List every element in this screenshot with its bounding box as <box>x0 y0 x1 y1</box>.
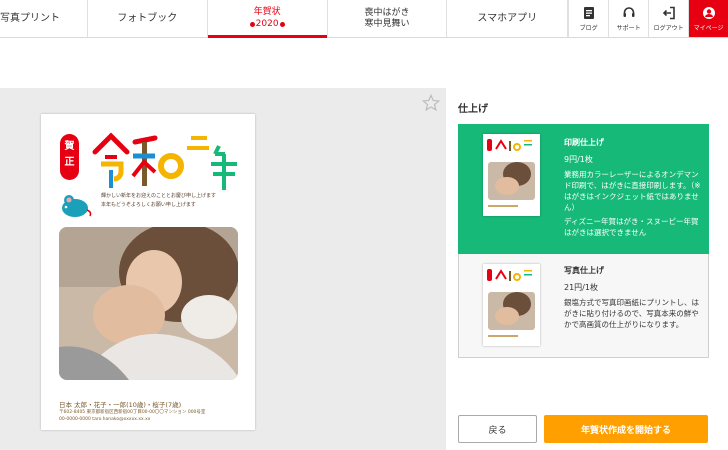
seal-text: 賀正 <box>64 141 75 168</box>
tab-smartphone-app[interactable]: スマホアプリ <box>447 0 569 37</box>
card-thumbnail-image <box>487 139 535 207</box>
option-photo-finish[interactable]: 写真仕上げ 21円/1枚 銀塩方式で写真印画紙にプリントし、はがきに貼り付けるの… <box>459 254 708 357</box>
finish-section-title: 仕上げ <box>458 104 488 115</box>
blog-icon <box>583 6 594 19</box>
tab-year-row: 2020 <box>249 18 285 30</box>
blog-button[interactable]: ブログ <box>568 0 608 37</box>
option-price: 9円/1枚 <box>564 155 593 164</box>
option-thumbnail <box>483 134 540 216</box>
tab-photo-print[interactable]: 写真プリント <box>0 0 88 37</box>
greeting-line-1: 輝かしい新年をお迎えのこととお慶び申し上げます <box>101 193 217 199</box>
option-thumbnail <box>483 264 540 346</box>
logout-label: ログアウト <box>653 24 684 32</box>
option-title: 写真仕上げ <box>564 266 604 275</box>
mypage-button[interactable]: マイページ <box>688 0 728 37</box>
headset-icon <box>623 6 635 17</box>
option-price: 21円/1枚 <box>564 283 598 292</box>
family-names: 日本 太郎・花子・一郎(10歳)・桜子(7歳) <box>59 401 182 409</box>
mouse-illustration-icon <box>62 195 92 217</box>
logout-button[interactable]: ログアウト <box>648 0 688 37</box>
support-label: サポート <box>616 24 641 32</box>
support-button[interactable]: サポート <box>608 0 648 37</box>
option-note: ディズニー年賀はがき・スヌーピー年賀はがきは選択できません <box>564 217 699 237</box>
address-line-2: 00-0000-0000 taro.hanako@xxxxx.xx.xx <box>59 417 151 422</box>
tab-label: 写真プリント <box>0 12 60 24</box>
flower-icon <box>249 21 255 27</box>
option-title: 印刷仕上げ <box>564 138 604 147</box>
user-icon <box>702 6 715 19</box>
tab-label: 喪中はがき <box>364 7 410 18</box>
top-navigation: 写真プリント フォトブック 年賀状 2020 喪中はがき 寒中見舞い スマホアプ… <box>0 0 728 38</box>
mypage-label: マイページ <box>693 24 724 32</box>
tab-label: スマホアプリ <box>477 12 538 24</box>
tab-year: 2020 <box>255 19 279 29</box>
greeting-line-2: 本年もどうぞよろしくお願い申し上げます <box>101 202 196 208</box>
tab-nengajo[interactable]: 年賀状 2020 <box>207 0 328 38</box>
favorite-star-icon[interactable] <box>422 94 440 112</box>
tab-label-2: 寒中見舞い <box>364 18 410 29</box>
tab-photobook[interactable]: フォトブック <box>88 0 208 37</box>
reiwa-title-logo <box>92 132 237 190</box>
tab-mochu[interactable]: 喪中はがき 寒中見舞い <box>328 0 448 37</box>
family-photo <box>59 227 238 380</box>
tab-label: 年賀状 <box>253 7 281 17</box>
back-button[interactable]: 戻る <box>458 415 537 443</box>
start-nengajo-button[interactable]: 年賀状作成を開始する <box>544 415 708 443</box>
logout-icon <box>662 6 675 19</box>
blog-label: ブログ <box>579 24 598 32</box>
option-print-finish[interactable]: 印刷仕上げ 9円/1枚 業務用カラーレーザーによるオンデマンド印刷で、はがきに直… <box>458 124 709 254</box>
option-description: 業務用カラーレーザーによるオンデマンド印刷で、はがきに直接印刷します。（※はがき… <box>564 170 701 212</box>
address-line-1: 〒602-8405 東京都新宿区西新宿00丁目00-00〇〇マンション 000号… <box>59 410 206 415</box>
flower-icon <box>279 21 285 27</box>
seal-stamp: 賀正 <box>60 134 79 180</box>
option-description: 銀塩方式で写真印画紙にプリントし、はがきに貼り付けるので、写真本来の鮮やかで高画… <box>564 298 699 329</box>
tab-label: フォトブック <box>117 12 178 24</box>
card-thumbnail-image <box>487 269 535 337</box>
